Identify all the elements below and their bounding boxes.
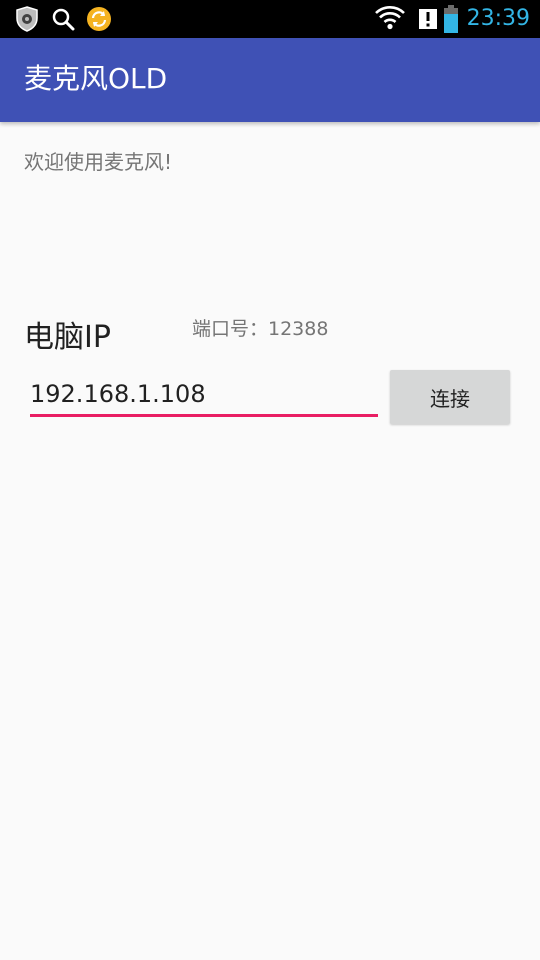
ip-label: 电脑IP	[24, 320, 111, 355]
welcome-text: 欢迎使用麦克风!	[24, 150, 173, 174]
alert-icon	[419, 9, 437, 29]
ip-input[interactable]	[30, 374, 378, 417]
app-bar: 麦克风OLD	[0, 38, 540, 122]
status-bar: 23:39	[0, 0, 540, 38]
status-time: 23:39	[466, 6, 530, 31]
wifi-icon	[375, 6, 405, 30]
app-title: 麦克风OLD	[24, 62, 168, 95]
shield-app-icon	[16, 6, 38, 32]
sync-app-icon	[87, 7, 111, 31]
main-content: 欢迎使用麦克风! 电脑IP 端口号：12388 连接	[0, 122, 540, 960]
search-icon	[52, 8, 75, 31]
connect-button[interactable]: 连接	[390, 370, 510, 424]
port-label: 端口号：12388	[192, 318, 329, 340]
battery-icon	[444, 5, 458, 33]
